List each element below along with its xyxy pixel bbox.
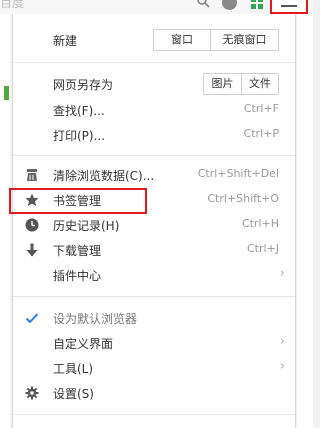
page-background-left	[0, 14, 10, 428]
clock-icon	[25, 218, 39, 232]
menu-item-bookmarks[interactable]: 书签管理 Ctrl+Shift+O	[9, 188, 295, 214]
chevron-right-icon: ›	[279, 266, 285, 281]
menu-item-default-browser[interactable]: 设为默认浏览器	[13, 306, 295, 330]
checkmark-icon	[25, 313, 39, 324]
menu-item-save-as-label: 网页另存为	[53, 78, 114, 92]
address-bar-text[interactable]: 百度	[0, 0, 24, 11]
menu-item-history-shortcut: Ctrl+H	[241, 217, 279, 230]
menu-item-print[interactable]: 打印(P)... Ctrl+P	[13, 123, 295, 147]
browser-toolbar: 百度	[0, 0, 313, 14]
save-as-image-button[interactable]: 图片	[204, 74, 241, 94]
menu-item-clear-browsing-data-label: 清除浏览数据(C)...	[53, 169, 155, 183]
menu-divider	[13, 414, 295, 415]
menu-item-new: 新建 窗口 无痕窗口	[13, 28, 295, 52]
menu-item-save-as: 网页另存为 图片 文件	[13, 72, 295, 96]
menu-item-plugins[interactable]: 插件中心 ›	[13, 263, 295, 287]
page-background-right	[297, 14, 313, 428]
menu-item-customize-label: 自定义界面	[53, 337, 114, 351]
menu-item-tools-label: 工具(L)	[53, 362, 94, 376]
menu-divider	[13, 62, 295, 63]
menu-item-new-label: 新建	[53, 34, 78, 48]
menu-item-bookmarks-shortcut: Ctrl+Shift+O	[207, 192, 279, 205]
menu-item-default-browser-label: 设为默认浏览器	[53, 312, 138, 326]
menu-item-settings[interactable]: 设置(S)	[13, 381, 295, 405]
chevron-right-icon: ›	[279, 334, 285, 349]
menu-item-downloads-shortcut: Ctrl+J	[246, 242, 279, 255]
menu-item-bookmarks-label: 书签管理	[53, 194, 102, 208]
browser-main-menu: 新建 窗口 无痕窗口 网页另存为 图片 文件 查找(F)... Ctrl+F 打…	[9, 14, 296, 428]
broom-icon	[27, 169, 37, 181]
menu-item-customize[interactable]: 自定义界面 ›	[13, 331, 295, 355]
hamburger-icon	[281, 5, 297, 7]
page-accent-mark	[4, 86, 9, 100]
save-as-button-group: 图片 文件	[203, 73, 279, 95]
menu-divider	[13, 296, 295, 297]
star-icon	[25, 193, 39, 206]
menu-item-settings-label: 设置(S)	[53, 387, 94, 401]
account-avatar[interactable]	[222, 0, 237, 10]
menu-item-print-shortcut: Ctrl+P	[243, 127, 279, 140]
menu-item-find-shortcut: Ctrl+F	[243, 102, 279, 115]
menu-item-downloads[interactable]: 下载管理 Ctrl+J	[13, 238, 295, 262]
menu-item-downloads-label: 下载管理	[53, 244, 102, 258]
search-icon[interactable]	[196, 0, 210, 8]
gear-icon	[25, 386, 39, 400]
menu-item-find-label: 查找(F)...	[53, 104, 105, 118]
main-menu-button[interactable]	[270, 0, 308, 14]
apps-grid-icon[interactable]	[250, 0, 264, 10]
menu-item-print-label: 打印(P)...	[53, 129, 106, 143]
chevron-right-icon: ›	[279, 359, 285, 374]
menu-item-history-label: 历史记录(H)	[53, 219, 120, 233]
new-window-button[interactable]: 窗口	[154, 30, 210, 50]
menu-item-find[interactable]: 查找(F)... Ctrl+F	[13, 98, 295, 122]
new-incognito-window-button[interactable]: 无痕窗口	[210, 30, 278, 50]
menu-item-tools[interactable]: 工具(L) ›	[13, 356, 295, 380]
menu-divider	[13, 155, 295, 156]
new-window-button-group: 窗口 无痕窗口	[153, 29, 279, 51]
menu-item-clear-browsing-data[interactable]: 清除浏览数据(C)... Ctrl+Shift+Del	[13, 163, 295, 187]
menu-item-plugins-label: 插件中心	[53, 269, 102, 283]
save-as-file-button[interactable]: 文件	[241, 74, 278, 94]
menu-item-history[interactable]: 历史记录(H) Ctrl+H	[13, 213, 295, 237]
download-arrow-icon	[26, 243, 38, 257]
menu-item-clear-browsing-data-shortcut: Ctrl+Shift+Del	[197, 167, 279, 180]
